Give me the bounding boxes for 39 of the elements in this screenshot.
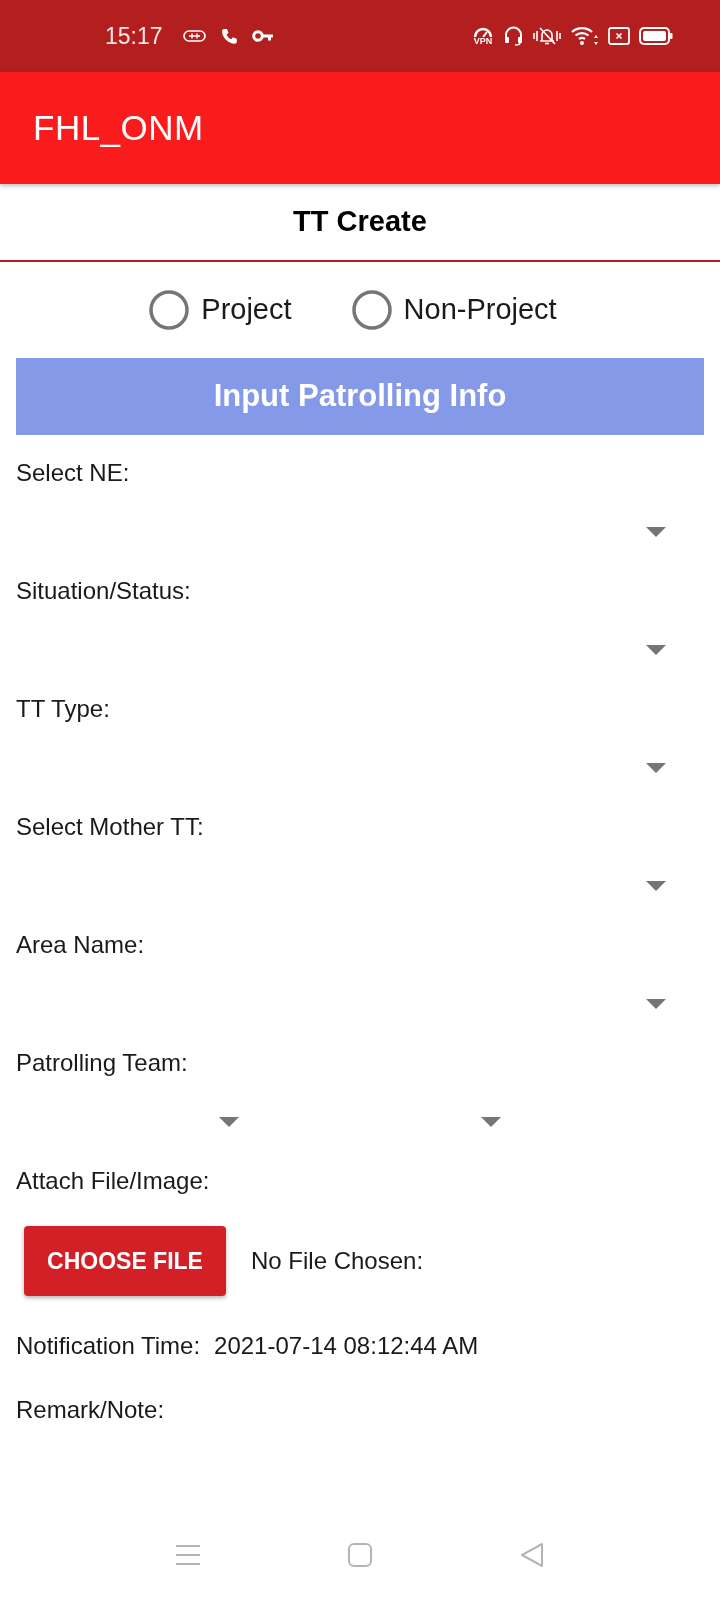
- attach-label: Attach File/Image:: [16, 1166, 210, 1196]
- headset-icon: [504, 26, 523, 46]
- phone-icon: [220, 27, 237, 45]
- dropdown-caret-icon: [481, 1117, 501, 1127]
- app-title: FHL_ONM: [33, 106, 204, 149]
- menu-icon: [176, 1544, 200, 1566]
- menu-nav-button[interactable]: [176, 1544, 200, 1566]
- back-triangle-icon: [520, 1542, 544, 1568]
- choose-file-button[interactable]: CHOOSE FILE: [24, 1226, 226, 1296]
- status-time: 15:17: [105, 21, 163, 51]
- dropdown-caret-icon: [646, 527, 666, 537]
- field-label: TT Type:: [16, 694, 110, 724]
- radio-option[interactable]: Project: [149, 288, 292, 332]
- sim-card-icon: [182, 30, 206, 42]
- field-label: Situation/Status:: [16, 576, 191, 606]
- no-sim-icon: [608, 27, 630, 45]
- muted-bell-icon: [532, 26, 562, 46]
- section-header: Input Patrolling Info: [16, 358, 704, 435]
- remark-label: Remark/Note:: [16, 1395, 165, 1425]
- battery-icon: [639, 27, 673, 45]
- notification-time-value: 2021-07-14 08:12:44 AM: [214, 1331, 479, 1361]
- dropdown-caret-icon: [646, 999, 666, 1009]
- wifi-icon: [571, 26, 599, 46]
- back-nav-button[interactable]: [520, 1542, 544, 1568]
- file-status: No File Chosen:: [251, 1246, 424, 1276]
- dropdown-caret-icon: [646, 645, 666, 655]
- dropdown-caret-icon: [646, 763, 666, 773]
- radio-option[interactable]: Non-Project: [351, 288, 557, 332]
- field-label: Area Name:: [16, 930, 145, 960]
- key-icon: [251, 30, 274, 42]
- home-square-icon: [348, 1543, 372, 1567]
- field-label: Patrolling Team:: [16, 1048, 188, 1078]
- home-nav-button[interactable]: [348, 1543, 372, 1567]
- notification-time-label: Notification Time:: [16, 1331, 201, 1361]
- field-label: Select NE:: [16, 458, 130, 488]
- dropdown-caret-icon: [219, 1117, 239, 1127]
- page-title: TT Create: [293, 204, 427, 240]
- field-label: Select Mother TT:: [16, 812, 204, 842]
- dropdown-caret-icon: [646, 881, 666, 891]
